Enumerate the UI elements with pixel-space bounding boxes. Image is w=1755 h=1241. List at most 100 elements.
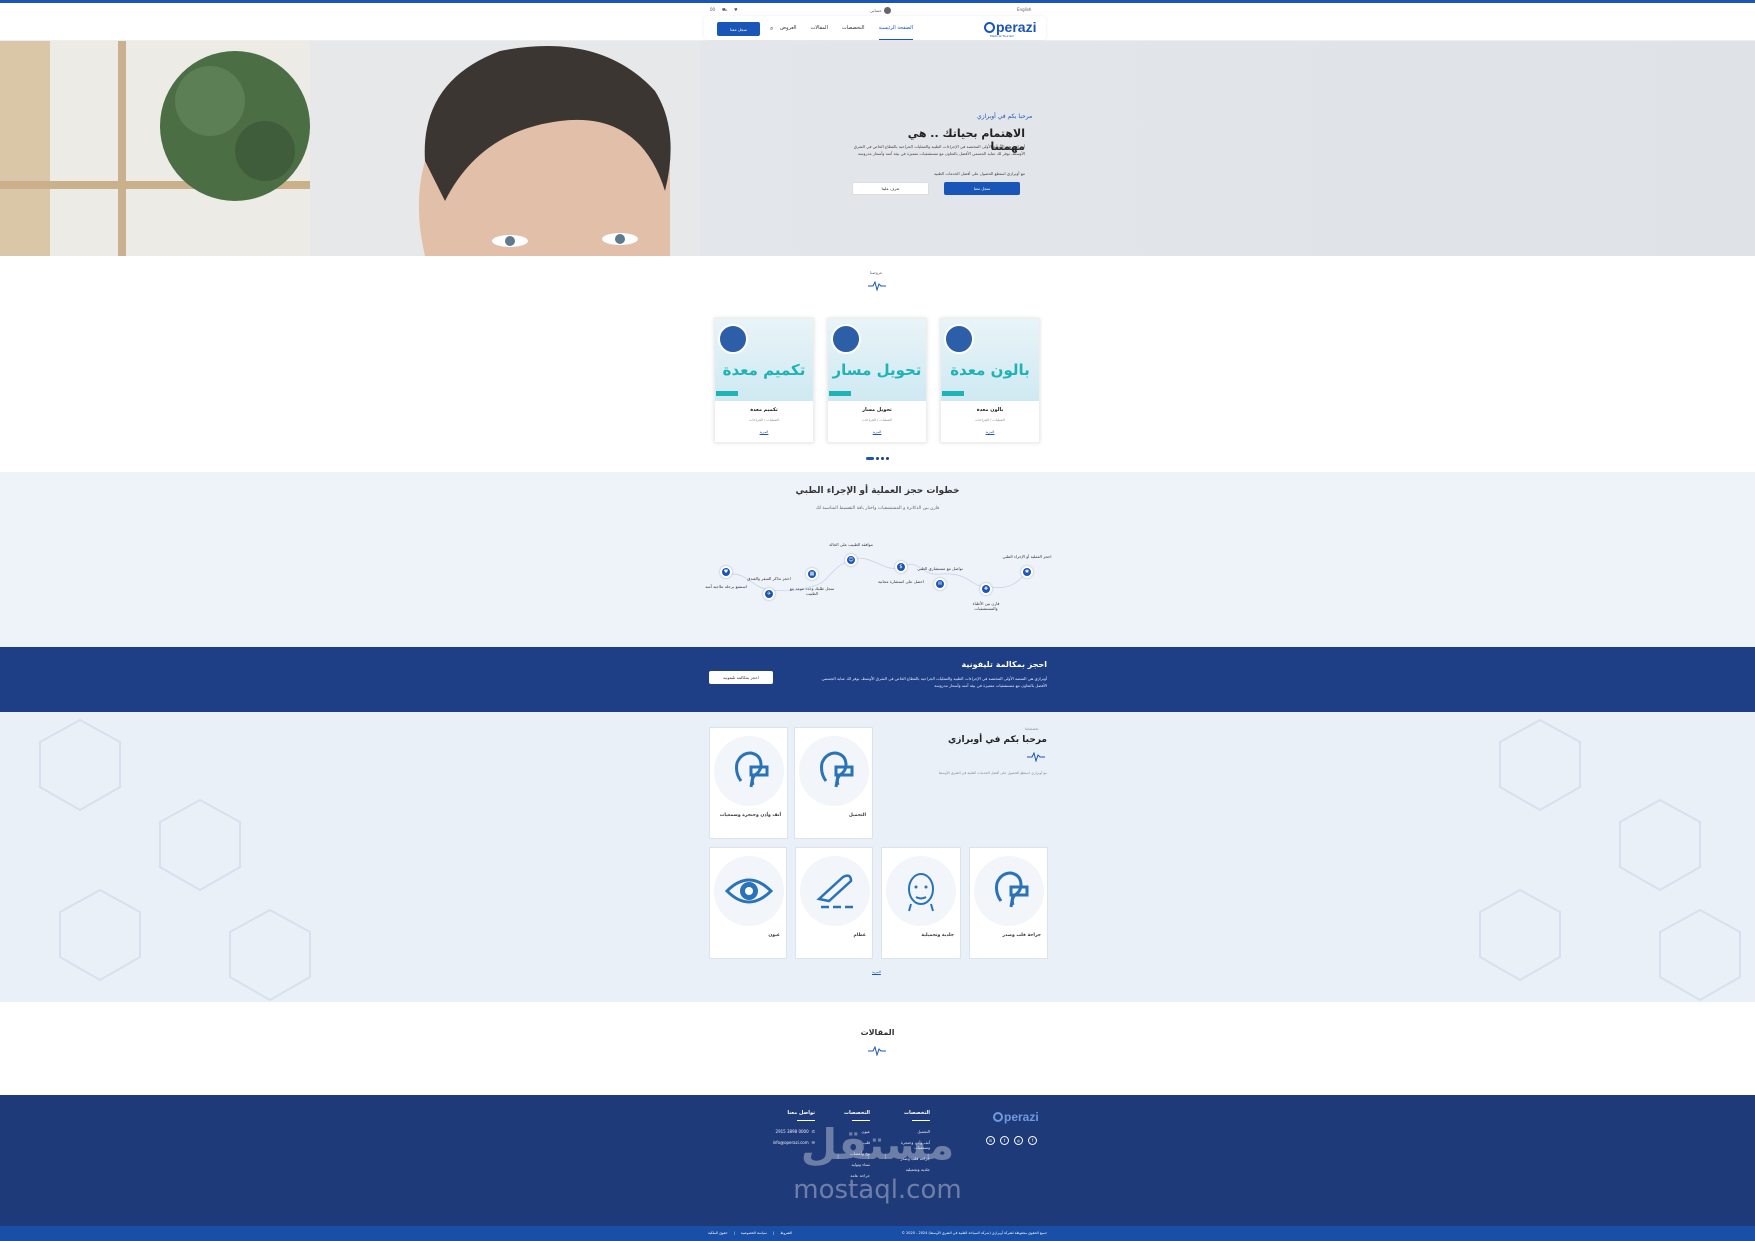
linkedin-icon[interactable]: in [986,1136,995,1145]
specialty-label: عظام [853,933,866,938]
phone-link[interactable]: 00 [710,7,715,12]
terms-link[interactable]: الشروط [780,1231,792,1235]
carousel-dot[interactable] [886,457,889,460]
footer-column-title: التخصصات [904,1110,930,1116]
carousel-dots [866,457,889,460]
carousel-dot[interactable] [876,457,879,460]
ear-icon [974,856,1044,926]
calendar-icon: ▦ [806,568,818,580]
footer-column-title: التخصصات [844,1110,870,1116]
nav-articles[interactable]: المقالات [811,25,828,40]
call-booking-banner: احجز بمكالمة تليفونية أوبرازي هي المنصة … [0,647,1755,712]
heart-icon: ♥ [720,566,732,578]
site-header: English حسابي ♥ ⛟ 00 perazi Medical Tour… [0,3,1755,41]
specialty-label: عيون [768,933,780,938]
specialty-card[interactable]: عيون [709,847,787,959]
offer-image-text: بالون معدة [950,361,1030,379]
offer-more-link[interactable]: المزيد [828,430,926,434]
lightbulb-icon: ✱ [1021,566,1033,578]
footer-logo[interactable]: perazi [993,1110,1039,1124]
primary-nav: الصفحة الرئيسية التخصصات المقالات العروض [780,25,914,40]
offer-image-tag [716,391,738,396]
copyright-link[interactable]: حقوق الملكية [708,1231,728,1235]
offer-more-link[interactable]: المزيد [715,430,813,434]
step-label: احجز العملية أو الإجراء الطبي [1002,554,1052,559]
hero-about-button[interactable]: تعرف علينا [852,182,929,195]
specialty-card[interactable]: أنف وأذن وحنجرة وسمعيات [709,727,788,839]
watermark-url: mostaql.com [793,1175,962,1205]
step-label: احصل على استشارة مجانية [878,579,924,584]
pulse-icon [868,1046,886,1056]
offer-card[interactable]: تكميم معدة تكميم معدة العمليات / الجراحا… [714,318,814,443]
services-kicker: تخصصاتنا [1025,727,1039,731]
nav-home[interactable]: الصفحة الرئيسية [878,25,914,40]
offer-title: بالون معدة [976,407,1004,413]
pulse-icon [868,281,886,291]
specialty-card[interactable]: جراحة قلب وصدر [969,847,1048,959]
eye-icon [714,856,784,926]
offer-meta: العمليات / الجراحات [749,418,779,422]
specialty-label: جلدية وتجميلية [921,933,954,938]
step-label: استمتع برحلة علاجية آمنة [705,584,747,589]
offer-meta: العمليات / الجراحات [975,418,1005,422]
cart-icon[interactable]: ⛟ [722,7,727,13]
step-label: قارن بين الأطباء والمستشفيات [972,601,1000,611]
nav-offers[interactable]: العروض [780,25,797,40]
legal-links: الشروط | سياسة الخصوصية | حقوق الملكية [708,1231,792,1235]
cta-title: احجز بمكالمة تليفونية [961,660,1048,669]
search-icon[interactable]: ⌕ [770,25,773,33]
step-label: سجل طلبك وحدد موعد مع الطبيب [789,586,835,596]
heart-icon[interactable]: ♥ [734,7,738,12]
offer-title: تحويل مسار [862,407,892,413]
hero-photo [0,41,700,256]
specialty-label: جراحة قلب وصدر [1002,933,1041,938]
site-footer: perazi in t ◎ f التخصصات التجميل أنف وأذ… [0,1095,1755,1226]
pulse-icon [1027,752,1045,762]
offer-image: تحويل مسار [828,319,926,401]
booking-steps-section: خطوات حجز العملية أو الإجراء الطبي قارن … [0,472,1755,647]
specialty-card[interactable]: عظام [795,847,873,959]
footer-column-title: تواصل معنا [787,1110,815,1116]
privacy-link[interactable]: سياسة الخصوصية [741,1231,767,1235]
social-links: in t ◎ f [986,1136,1037,1145]
services-description: مع أوبرازي استطع الحصول على أفضل الخدمات… [938,771,1047,775]
copyright-text: © 2020 - 2024 جميع الحقوق محفوظة لشركة أ… [901,1231,1047,1235]
articles-title: المقالات [860,1028,895,1037]
plane-icon: ✈ [763,588,775,600]
offer-card[interactable]: بالون معدة بالون معدة العمليات / الجراحا… [940,318,1040,443]
specialty-card[interactable]: جلدية وتجميلية [881,847,961,959]
language-switch[interactable]: English [1017,7,1031,12]
ear-icon [714,736,784,806]
hero-signup-button[interactable]: سجل معنا [944,182,1020,195]
signup-button[interactable]: سجل معنا [717,22,760,36]
site-logo[interactable]: perazi [984,19,1036,35]
logo-tagline: Medical Tourism [990,34,1015,38]
account-link[interactable]: حسابي [870,7,891,14]
carousel-dot[interactable] [881,457,884,460]
hexagon-pattern [39,718,1741,1002]
hero-description: أوبرازي هي المنصة الأولى المختصة في الإج… [853,144,1025,156]
offer-photo-circle [944,324,974,354]
specialty-card[interactable]: التجميل [794,727,873,839]
step-label: احجز تذاكر السفر والفندق [747,576,791,581]
offer-more-link[interactable]: المزيد [941,430,1039,434]
carousel-dot-active[interactable] [866,457,874,460]
specialties-more-link[interactable]: المزيد [872,970,881,974]
hero-banner: مرحبا بكم في أوبرازي الاهتمام بحياتك .. … [0,41,1755,256]
offer-image-text: تحويل مسار [832,361,922,379]
cta-call-button[interactable]: احجز بمكالمة تليفونية [709,671,773,684]
logo-o-icon [984,21,995,33]
nav-specialties[interactable]: التخصصات [842,25,865,40]
offer-image: بالون معدة [941,319,1039,401]
instagram-icon[interactable]: ◎ [1014,1136,1023,1145]
offer-photo-circle [718,324,748,354]
twitter-icon[interactable]: t [1000,1136,1009,1145]
offers-kicker: عروضنا [870,270,883,275]
facebook-icon[interactable]: f [1028,1136,1037,1145]
separator: | [733,1231,735,1235]
scalpel-icon [800,856,870,926]
offer-card[interactable]: تحويل مسار تحويل مسار العمليات / الجراحا… [827,318,927,443]
cta-description: أوبرازي هي المنصة الأولى المختصة في الإج… [821,676,1047,688]
watermark-logo: مستقل [800,1120,955,1169]
money-icon: $ [895,561,907,573]
